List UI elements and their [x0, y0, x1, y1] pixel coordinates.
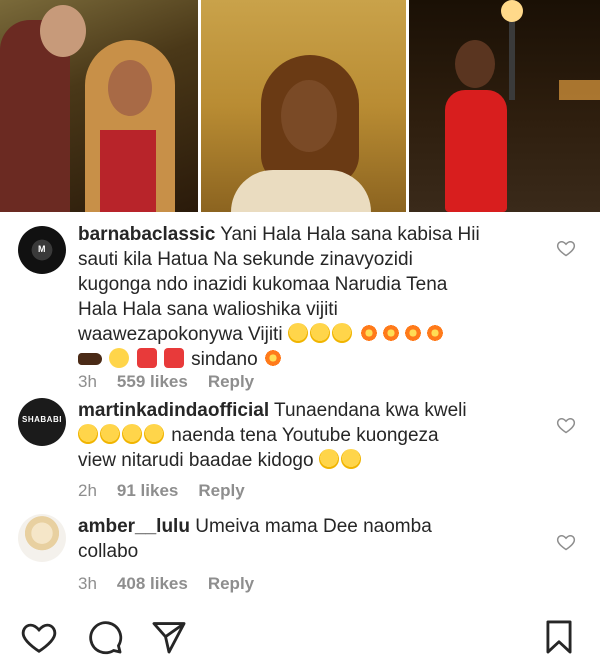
comment-body: barnabaclassic Yani Hala Hala sana kabis… [78, 222, 548, 372]
comment-item: SHABABI martinkadindaofficial Tunaendana… [18, 398, 588, 508]
comment-username[interactable]: amber__lulu [78, 516, 190, 537]
siren-emoji-icon [136, 348, 157, 368]
comment-text: collabo [78, 541, 139, 562]
comment-likes[interactable]: 559 likes [117, 372, 188, 392]
laughing-emoji-icon [318, 449, 339, 469]
comment-text: Tunaendana kwa kweli [274, 400, 467, 421]
post-photo-2[interactable] [201, 0, 406, 212]
nerd-face-emoji-icon [109, 348, 130, 368]
comment-meta: 3h 559 likes Reply [78, 372, 274, 392]
comment-time: 3h [78, 372, 97, 391]
comment-text: sindano [191, 349, 258, 370]
comment-icon[interactable] [86, 618, 124, 656]
heart-icon[interactable] [20, 618, 58, 656]
comment-body: martinkadindaofficial Tunaendana kwa kwe… [78, 398, 548, 473]
like-heart-icon[interactable] [556, 238, 576, 258]
comment-text: view nitarudi baadae kidogo [78, 450, 314, 471]
post-photo-1[interactable] [0, 0, 198, 212]
comment-meta: 3h 408 likes Reply [78, 574, 274, 594]
laughing-emoji-icon [309, 323, 330, 343]
laughing-emoji-icon [331, 323, 352, 343]
comment-meta: 2h 91 likes Reply [78, 481, 265, 501]
collision-emoji-icon [262, 348, 283, 368]
comment-text: kugonga ndo inazidi kukomaa Narudia Tena [78, 274, 448, 295]
laughing-emoji-icon [100, 424, 120, 444]
reply-button[interactable]: Reply [208, 372, 254, 392]
laughing-emoji-icon [287, 323, 308, 343]
avatar[interactable]: M [18, 226, 66, 274]
comment-text: naenda tena Youtube kuongeza [171, 425, 439, 446]
pointing-finger-emoji-icon [78, 353, 102, 365]
comment-likes[interactable]: 91 likes [117, 481, 178, 501]
comment-likes[interactable]: 408 likes [117, 574, 188, 594]
laughing-emoji-icon [340, 449, 361, 469]
comment-time: 2h [78, 481, 97, 500]
laughing-emoji-icon [78, 424, 98, 444]
comment-text: sauti kila Hatua Na sekunde zinavyozidi [78, 249, 413, 270]
laughing-emoji-icon [144, 424, 164, 444]
comment-text: Umeiva mama Dee naomba [195, 516, 432, 537]
collision-emoji-icon [425, 323, 446, 343]
comment-text: Hala Hala sana walioshika vijiti [78, 299, 338, 320]
avatar-label: SHABABI [22, 415, 62, 424]
comment-item: amber__lulu Umeiva mama Dee naomba colla… [18, 514, 588, 594]
comment-text: waawezapokonywa Vijiti [78, 324, 283, 345]
comment-username[interactable]: barnabaclassic [78, 224, 215, 245]
collision-emoji-icon [359, 323, 380, 343]
reply-button[interactable]: Reply [198, 481, 244, 501]
comment-time: 3h [78, 574, 97, 593]
post-photo-3[interactable] [409, 0, 600, 212]
share-icon[interactable] [150, 618, 188, 656]
like-heart-icon[interactable] [556, 415, 576, 435]
collision-emoji-icon [381, 323, 402, 343]
like-heart-icon[interactable] [556, 532, 576, 552]
reply-button[interactable]: Reply [208, 574, 254, 594]
comment-username[interactable]: martinkadindaofficial [78, 400, 269, 421]
comment-item: M barnabaclassic Yani Hala Hala sana kab… [18, 222, 588, 392]
post-photo-strip [0, 0, 600, 212]
bookmark-icon[interactable] [540, 618, 578, 656]
post-action-bar [0, 610, 600, 663]
laughing-emoji-icon [122, 424, 142, 444]
avatar[interactable]: SHABABI [18, 398, 66, 446]
collision-emoji-icon [403, 323, 424, 343]
comment-text: Yani Hala Hala sana kabisa Hii [220, 224, 480, 245]
siren-emoji-icon [163, 348, 184, 368]
comment-body: amber__lulu Umeiva mama Dee naomba colla… [78, 514, 548, 564]
avatar[interactable] [18, 514, 66, 562]
